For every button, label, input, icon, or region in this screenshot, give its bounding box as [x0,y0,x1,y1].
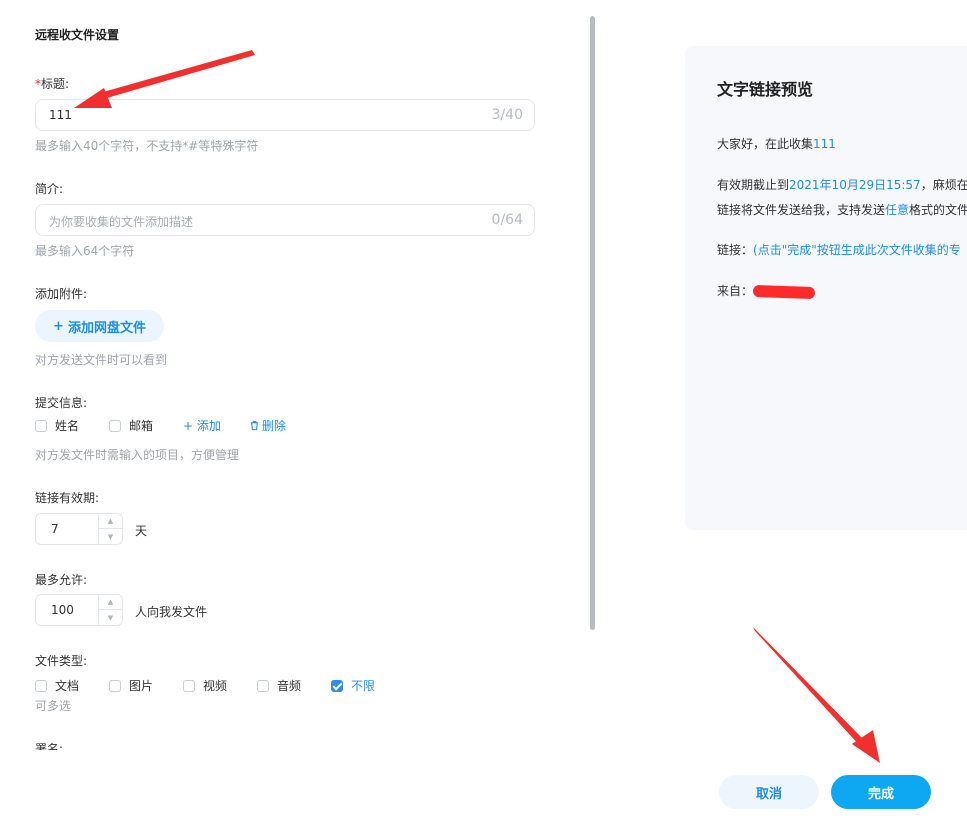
preview-title: 文字链接预览 [717,80,814,99]
submit-info-options: 姓名 邮箱 + 添加 删除 [35,417,286,434]
settings-panel: 远程收文件设置 *标题: 111 3/40 最多输入40个字符，不支持*#等特殊… [0,0,590,750]
attachment-label: 添加附件: [35,287,88,301]
audio-checkbox[interactable] [257,679,269,692]
max-allow-label: 最多允许: [35,573,88,587]
file-type-hint: 可多选 [35,699,72,713]
document-checkbox[interactable] [35,679,47,692]
title-label-text: 标题: [41,77,70,91]
add-cloud-file-button[interactable]: + 添加网盘文件 [35,310,164,342]
preview-expiry: 有效期截止到2021年10月29日15:57，麻烦在此 [717,176,967,193]
validity-days-value: 7 [51,522,59,536]
file-type-audio-label: 音频 [277,679,302,693]
file-type-image[interactable]: 图片 [109,677,183,694]
dialog-footer [0,750,967,826]
redaction-mark [752,284,816,299]
title-label: *标题: [35,75,69,92]
send-highlight: 任意 [885,203,910,217]
file-type-document-label: 文档 [55,679,80,693]
vertical-scrollbar[interactable] [590,16,595,630]
attachment-hint: 对方发送文件时可以看到 [35,353,168,367]
expiry-prefix: 有效期截止到 [717,178,790,192]
title-char-counter: 3/40 [491,107,523,123]
section-title: 远程收文件设置 [35,28,120,42]
preview-from: 来自： [717,282,816,299]
intro-input[interactable]: 为你要收集的文件添加描述 0/64 [35,204,535,236]
option-email[interactable]: 邮箱 [109,417,183,434]
delete-field-link[interactable]: 删除 [249,417,286,434]
submit-info-hint: 对方发文件时需输入的项目，方便管理 [35,448,240,462]
image-checkbox[interactable] [109,679,121,692]
validity-label: 链接有效期: [35,491,100,505]
max-allow-unit: 人向我发文件 [135,605,208,619]
done-button[interactable]: 完成 [831,775,931,809]
expiry-date: 2021年10月29日15:57 [789,178,921,192]
signature-label-partial: 署名: [35,742,64,750]
name-checkbox[interactable] [35,419,47,432]
option-name[interactable]: 姓名 [35,417,109,434]
preview-link: 链接：(点击"完成"按钮生成此次文件收集的专 [717,241,961,258]
max-allow-value: 100 [51,603,74,617]
add-field-link[interactable]: + 添加 [183,417,249,434]
cancel-button[interactable]: 取消 [719,775,819,809]
expiry-suffix: ，麻烦在此 [920,178,967,192]
file-type-document[interactable]: 文档 [35,677,109,694]
increment-icon[interactable]: ▲ [99,514,122,529]
max-allow-input[interactable]: 100 ▲ ▼ [35,594,123,626]
validity-days-input[interactable]: 7 ▲ ▼ [35,513,123,545]
title-hint: 最多输入40个字符，不支持*#等特殊字符 [35,139,259,153]
intro-input-placeholder: 为你要收集的文件添加描述 [49,215,194,229]
trash-icon [250,421,259,431]
text-link-preview: 文字链接预览 大家好，在此收集111 有效期截止到2021年10月29日15:5… [685,46,967,530]
file-type-options: 文档 图片 视频 音频 不限 [35,677,375,694]
link-label: 链接： [717,243,754,257]
validity-unit: 天 [135,524,148,538]
file-type-audio[interactable]: 音频 [257,677,331,694]
send-suffix: 格式的文件 [909,203,967,217]
from-label: 来自： [717,284,754,298]
file-type-unlimited-label: 不限 [351,679,376,693]
delete-label: 删除 [262,419,287,433]
increment-icon[interactable]: ▲ [99,595,122,610]
file-type-image-label: 图片 [129,679,154,693]
option-email-label: 邮箱 [129,419,154,433]
send-prefix: 链接将文件发送给我，支持发送 [717,203,886,217]
decrement-icon[interactable]: ▼ [99,610,122,625]
greeting-value: 111 [813,137,836,151]
preview-greeting: 大家好，在此收集111 [717,135,836,152]
plus-icon: + [53,318,64,334]
file-type-label: 文件类型: [35,654,88,668]
title-input-value: 111 [49,108,72,122]
link-text[interactable]: (点击"完成"按钮生成此次文件收集的专 [753,243,961,257]
add-cloud-file-label: 添加网盘文件 [67,320,146,336]
unlimited-checkbox[interactable] [331,679,343,692]
intro-label: 简介: [35,182,64,196]
option-name-label: 姓名 [55,419,80,433]
intro-hint: 最多输入64个字符 [35,244,135,258]
file-type-unlimited[interactable]: 不限 [331,677,375,694]
arrow-to-done-button [753,627,880,763]
title-input[interactable]: 111 3/40 [35,99,535,131]
decrement-icon[interactable]: ▼ [99,529,122,544]
preview-send-info: 链接将文件发送给我，支持发送任意格式的文件 [717,201,967,218]
submit-info-label: 提交信息: [35,396,88,410]
intro-char-counter: 0/64 [491,212,523,228]
max-allow-stepper: ▲ ▼ [98,595,122,625]
email-checkbox[interactable] [109,419,121,432]
video-checkbox[interactable] [183,679,195,692]
file-type-video[interactable]: 视频 [183,677,257,694]
file-type-video-label: 视频 [203,679,228,693]
validity-stepper: ▲ ▼ [98,514,122,544]
greeting-prefix: 大家好，在此收集 [717,137,814,151]
